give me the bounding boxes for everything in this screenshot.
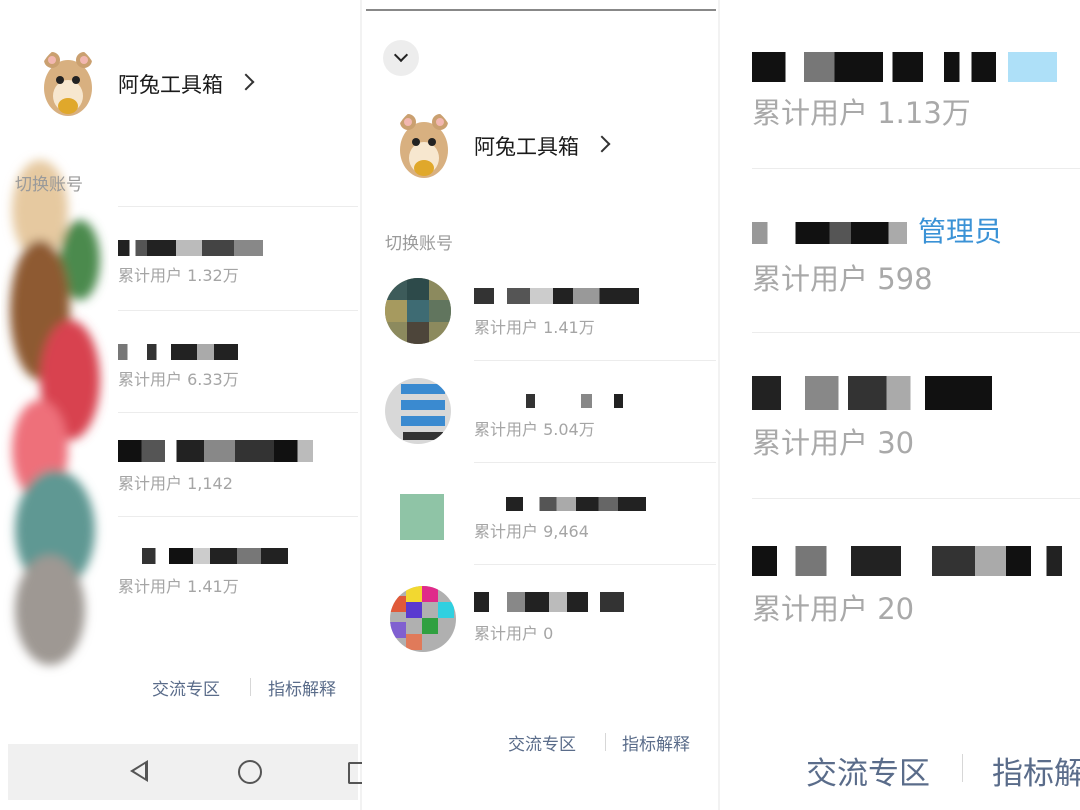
chevron-right-icon[interactable] (593, 135, 611, 153)
metrics-explanation-link[interactable]: 指标解 (992, 748, 1080, 793)
cumulative-users: 累计用户 598 (752, 262, 933, 296)
admin-badge: 管理员 (918, 215, 1003, 248)
cumulative-users: 累计用户 9,464 (474, 522, 589, 541)
row-divider (118, 516, 358, 517)
app-name[interactable]: 阿兔工具箱 (474, 131, 579, 161)
row-divider (118, 310, 358, 311)
redacted-account-name (506, 497, 646, 511)
panel-divider (360, 0, 362, 810)
footer-divider (250, 678, 251, 696)
redacted-account-name (118, 548, 288, 564)
account-avatar (385, 278, 451, 344)
row-divider (752, 498, 1080, 499)
home-circle-icon[interactable] (238, 760, 262, 784)
community-link[interactable]: 交流专区 (508, 730, 576, 755)
back-triangle-inner (134, 764, 145, 778)
row-divider (752, 332, 1080, 333)
redacted-account-name (118, 240, 263, 256)
row-divider (752, 168, 1080, 169)
metrics-explanation-link[interactable]: 指标解释 (268, 675, 336, 700)
cumulative-users: 累计用户 1,142 (118, 474, 233, 493)
redacted-account-name (752, 52, 1057, 82)
hamster-icon (44, 52, 92, 116)
row-divider (474, 462, 716, 463)
community-link[interactable]: 交流专区 (152, 675, 220, 700)
redacted-account-name (474, 288, 639, 304)
redacted-account-name (752, 376, 992, 410)
redacted-account-name (752, 546, 1062, 576)
app-name[interactable]: 阿兔工具箱 (118, 69, 223, 99)
cumulative-users: 累计用户 5.04万 (474, 420, 595, 439)
row-divider (118, 206, 358, 207)
row-divider (474, 564, 716, 565)
system-nav-bar (8, 744, 358, 800)
redacted-account-name (474, 592, 624, 612)
cumulative-users: 累计用户 6.33万 (118, 370, 239, 389)
recent-square-icon[interactable] (348, 762, 362, 784)
switch-account-label: 切换账号 (385, 234, 453, 254)
cumulative-users: 累计用户 1.13万 (752, 96, 971, 130)
cumulative-users: 累计用户 1.32万 (118, 266, 239, 285)
blurred-avatars-strip (10, 160, 100, 665)
redacted-account-name (526, 394, 636, 408)
account-avatar (400, 494, 444, 540)
cumulative-users: 累计用户 1.41万 (474, 318, 595, 337)
footer-divider (605, 733, 606, 751)
row-divider (474, 360, 716, 361)
switch-account-label: 切换账号 (15, 175, 83, 195)
redacted-account-name (118, 440, 313, 462)
community-link[interactable]: 交流专区 (806, 748, 930, 793)
cumulative-users: 累计用户 0 (474, 624, 554, 643)
cumulative-users: 累计用户 30 (752, 426, 915, 460)
hamster-icon (400, 114, 448, 178)
row-divider (118, 412, 358, 413)
redacted-account-name (118, 344, 238, 360)
account-avatar (385, 378, 451, 444)
metrics-explanation-link[interactable]: 指标解释 (622, 730, 690, 755)
footer-divider (962, 754, 963, 782)
account-avatar (390, 586, 456, 652)
redacted-account-name (752, 222, 907, 244)
app-avatar[interactable] (38, 46, 98, 122)
panel-divider (718, 0, 720, 810)
cumulative-users: 累计用户 20 (752, 592, 915, 626)
cumulative-users: 累计用户 1.41万 (118, 577, 239, 596)
status-divider (366, 9, 716, 11)
app-avatar[interactable] (394, 108, 454, 184)
